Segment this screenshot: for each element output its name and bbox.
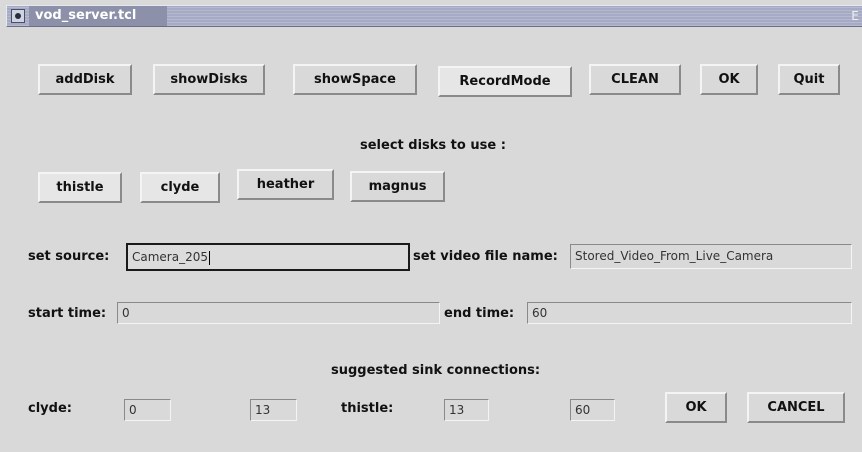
source-input-value: Camera_205 — [132, 250, 208, 264]
clyde-from-input[interactable]: 0 — [124, 399, 171, 421]
video-file-name-input[interactable]: Stored_Video_From_Live_Camera — [570, 244, 852, 269]
source-input[interactable]: Camera_205 — [126, 243, 410, 271]
add-disk-button[interactable]: addDisk — [38, 64, 132, 95]
sink-thistle-label: thistle: — [341, 401, 394, 416]
window-title: vod_server.tcl — [29, 6, 167, 26]
text-cursor — [209, 250, 210, 265]
video-file-name-label: set video file name: — [413, 249, 558, 264]
clyde-to-input[interactable]: 13 — [250, 399, 297, 421]
window-corner-icon[interactable]: E — [848, 6, 862, 26]
sink-cancel-button[interactable]: CANCEL — [747, 392, 845, 423]
start-time-input[interactable]: 0 — [117, 302, 440, 324]
thistle-to-input[interactable]: 60 — [570, 399, 615, 421]
select-disks-heading: select disks to use : — [360, 138, 506, 153]
quit-button[interactable]: Quit — [778, 64, 840, 95]
thistle-from-input[interactable]: 13 — [444, 399, 489, 421]
start-time-label: start time: — [28, 306, 107, 321]
ok-button[interactable]: OK — [700, 64, 758, 95]
disk-clyde-button[interactable]: clyde — [140, 172, 220, 203]
set-source-label: set source: — [28, 249, 110, 264]
disk-heather-button[interactable]: heather — [237, 169, 334, 200]
end-time-input[interactable]: 60 — [527, 302, 852, 324]
record-mode-button[interactable]: RecordMode — [438, 66, 572, 97]
clean-button[interactable]: CLEAN — [589, 64, 681, 95]
show-disks-button[interactable]: showDisks — [153, 64, 265, 95]
sink-ok-button[interactable]: OK — [665, 392, 727, 423]
sink-clyde-label: clyde: — [28, 401, 72, 416]
window-titlebar[interactable]: vod_server.tcl E — [6, 5, 862, 27]
disk-thistle-button[interactable]: thistle — [38, 172, 122, 203]
disk-magnus-button[interactable]: magnus — [350, 171, 445, 202]
end-time-label: end time: — [444, 306, 515, 321]
show-space-button[interactable]: showSpace — [293, 64, 417, 95]
window-menu-icon[interactable] — [11, 9, 25, 23]
sink-connections-heading: suggested sink connections: — [331, 363, 541, 378]
